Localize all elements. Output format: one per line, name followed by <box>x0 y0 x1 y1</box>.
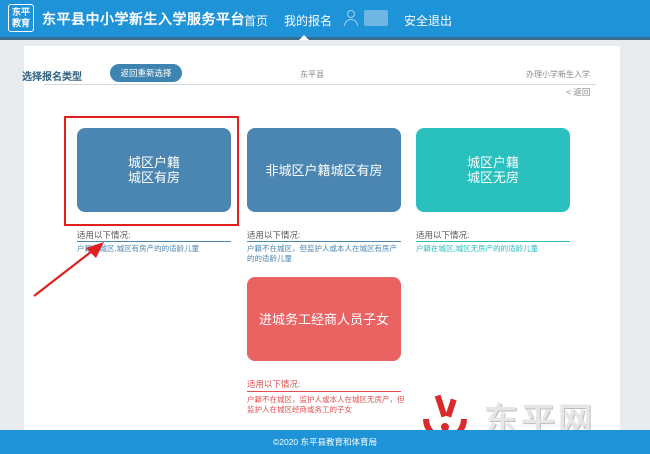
annotation-highlight-box <box>64 116 239 226</box>
annotation-arrow-icon <box>33 242 104 297</box>
back-reselect-button[interactable]: 返回重新选择 <box>110 64 182 82</box>
active-nav-indicator <box>299 35 309 40</box>
site-logo[interactable]: 东平 教育 <box>8 4 34 32</box>
footer: ©2020 东平县教育和体育局 <box>0 430 650 454</box>
top-header: 东平 教育 东平县中小学新生入学服务平台 首页 我的报名 安全退出 <box>0 0 650 40</box>
condition-divider <box>416 241 570 242</box>
logo-text-line1: 东平 <box>11 7 30 17</box>
card-title-line1: 非城区户籍城区有房 <box>265 162 383 178</box>
condition-text: 户籍在城区,城区无房产的的适龄儿童 <box>416 244 539 253</box>
card-title-line2: 城区无房 <box>466 170 519 185</box>
logo-text-line2: 教育 <box>11 18 30 28</box>
back-link[interactable]: < 返回 <box>566 86 590 98</box>
nav-home[interactable]: 首页 <box>244 12 268 29</box>
condition-divider <box>247 391 401 392</box>
condition-title: 适用以下情况: <box>247 230 301 240</box>
condition-divider <box>247 241 401 242</box>
condition-title: 适用以下情况: <box>247 379 301 389</box>
card-migrant-worker-children[interactable]: 进城务工经商人员子女 <box>247 277 401 361</box>
card-nonurban-hukou-urban-house[interactable]: 非城区户籍城区有房 <box>247 128 401 212</box>
card-title-line1: 进城务工经商人员子女 <box>258 311 389 327</box>
site-title: 东平县中小学新生入学服务平台 <box>42 11 245 27</box>
condition-text: 户籍不在城区，但监护人或本人在城区有房产的的适龄儿童 <box>247 244 397 263</box>
county-label: 东平县 <box>300 70 324 79</box>
footer-copyright: ©2020 东平县教育和体育局 <box>272 437 378 447</box>
username-redacted <box>364 10 388 26</box>
card-title-line1: 城区户籍 <box>466 155 519 170</box>
divider <box>44 84 596 85</box>
card-urban-hukou-no-house[interactable]: 城区户籍 城区无房 <box>416 128 570 212</box>
nav-logout[interactable]: 安全退出 <box>404 12 452 29</box>
nav-my-registration[interactable]: 我的报名 <box>284 12 332 29</box>
condition-title: 适用以下情况: <box>416 230 470 240</box>
user-icon[interactable] <box>344 10 358 26</box>
select-type-label: 选择报名类型 <box>22 72 82 83</box>
school-type-label: 办理小学新生入学 <box>526 70 590 79</box>
condition-text: 户籍不在城区，监护人或本人在城区无房产，但监护人在城区经商或务工的子女 <box>247 395 405 414</box>
